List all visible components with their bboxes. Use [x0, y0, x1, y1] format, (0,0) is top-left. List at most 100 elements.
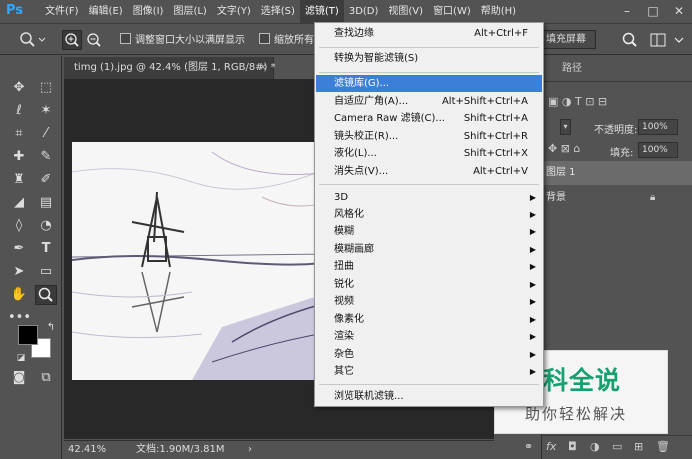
menu-item-video[interactable]: 视频 ▶	[316, 293, 542, 310]
menu-file[interactable]: 文件(F)	[40, 0, 84, 24]
zoom-all-checkbox[interactable]	[259, 33, 270, 44]
menu-separator	[319, 184, 539, 185]
menu-layer[interactable]: 图层(L)	[168, 0, 211, 24]
menu-item-other[interactable]: 其它 ▶	[316, 363, 542, 380]
resize-windows-checkbox[interactable]	[120, 33, 131, 44]
workspace-icon[interactable]	[648, 30, 668, 50]
gradient-tool-icon[interactable]: ▤	[35, 193, 57, 213]
menu-item-lens-correction[interactable]: 镜头校正(R)... Shift+Ctrl+R	[316, 128, 542, 145]
move-tool-icon[interactable]: ✥	[8, 78, 30, 98]
submenu-arrow-icon: ▶	[529, 297, 536, 306]
lock-icon: 🔒︎	[650, 192, 656, 203]
close-window-button[interactable]: ✕	[666, 0, 692, 24]
adjustment-layer-icon[interactable]: ◑	[590, 440, 600, 453]
menu-help[interactable]: 帮助(H)	[476, 0, 521, 24]
lasso-tool-icon[interactable]: ℓ	[8, 101, 30, 121]
submenu-arrow-icon: ▶	[529, 227, 536, 236]
document-tab[interactable]: timg (1).jpg @ 42.4% (图层 1, RGB/8#) * ×	[64, 57, 276, 79]
rectangle-tool-icon[interactable]: ▭	[35, 262, 57, 282]
menu-separator	[319, 384, 539, 385]
opacity-field[interactable]: 100%	[638, 119, 678, 135]
menu-select[interactable]: 选择(S)	[256, 0, 300, 24]
layer-row-layer1[interactable]: 图层 1	[542, 161, 692, 185]
zoom-in-icon[interactable]	[62, 30, 82, 50]
foreground-color-swatch[interactable]	[18, 325, 38, 345]
zoom-level[interactable]: 42.41%	[68, 441, 106, 459]
menu-item-noise[interactable]: 杂色 ▶	[316, 346, 542, 363]
fill-screen-button[interactable]: 填充屏幕	[536, 30, 596, 49]
maximize-button[interactable]: □	[640, 0, 666, 24]
menu-view[interactable]: 视图(V)	[383, 0, 428, 24]
menu-item-sharpen[interactable]: 锐化 ▶	[316, 276, 542, 293]
opacity-label: 不透明度:	[594, 125, 638, 136]
path-selection-tool-icon[interactable]: ➤	[8, 262, 30, 282]
eyedropper-tool-icon[interactable]: ⁄	[35, 124, 57, 144]
menu-type[interactable]: 文字(Y)	[212, 0, 256, 24]
menubar: Ps 文件(F) 编辑(E) 图像(I) 图层(L) 文字(Y) 选择(S) 滤…	[0, 0, 692, 24]
layer-row-background[interactable]: 背景 🔒︎	[542, 186, 692, 210]
zoom-tool-preset-icon[interactable]	[18, 30, 50, 50]
marquee-tool-icon[interactable]: ⬚	[35, 78, 57, 98]
menu-item-camera-raw[interactable]: Camera Raw 滤镜(C)... Shift+Ctrl+A	[316, 110, 542, 127]
menu-item-find-edges[interactable]: 查找边缘 Alt+Ctrl+F	[316, 25, 542, 42]
menu-item-filter-gallery[interactable]: 滤镜库(G)...	[316, 75, 542, 92]
menu-item-blur-gallery[interactable]: 模糊画廊 ▶	[316, 241, 542, 258]
menu-separator	[319, 72, 539, 73]
zoom-tool-icon[interactable]	[35, 285, 57, 305]
menu-item-browse-online-filters[interactable]: 浏览联机滤镜...	[316, 388, 542, 405]
menu-item-render[interactable]: 渲染 ▶	[316, 328, 542, 345]
healing-brush-tool-icon[interactable]: ✚	[8, 147, 30, 167]
new-layer-icon[interactable]: ⊞	[634, 440, 643, 453]
magic-wand-tool-icon[interactable]: ✶	[35, 101, 57, 121]
layer-filter-icons[interactable]: ▣ ◑ T ⊡ ⊟	[548, 95, 607, 108]
clone-stamp-tool-icon[interactable]: ♜	[8, 170, 30, 190]
menu-item-liquify[interactable]: 液化(L)... Shift+Ctrl+X	[316, 145, 542, 162]
add-mask-icon[interactable]: ◘	[568, 440, 577, 453]
blend-mode-dropdown[interactable]: ▾	[560, 119, 571, 135]
delete-layer-icon[interactable]: 🗑︎	[656, 440, 670, 453]
lock-icons[interactable]: ✥ ⊠ ⌂	[548, 142, 580, 155]
menu-item-pixelate[interactable]: 像素化 ▶	[316, 311, 542, 328]
menu-item-distort[interactable]: 扭曲 ▶	[316, 258, 542, 275]
link-layers-icon[interactable]: ⚭	[524, 440, 533, 453]
submenu-arrow-icon: ▶	[529, 245, 536, 254]
fx-button[interactable]: fx	[546, 440, 556, 453]
menu-item-blur[interactable]: 模糊 ▶	[316, 223, 542, 240]
menu-item-stylize[interactable]: 风格化 ▶	[316, 206, 542, 223]
menu-item-3d[interactable]: 3D ▶	[316, 189, 542, 206]
submenu-arrow-icon: ▶	[529, 280, 536, 289]
hand-tool-icon[interactable]: ✋	[8, 285, 30, 305]
tab-paths[interactable]: 路径	[562, 57, 582, 81]
crop-tool-icon[interactable]: ⌗	[8, 124, 30, 144]
screen-mode-icon[interactable]: ⧉	[35, 368, 57, 388]
minimize-button[interactable]: –	[614, 0, 640, 24]
quick-mask-icon[interactable]: ◙	[8, 368, 30, 388]
pen-tool-icon[interactable]: ✒	[8, 239, 30, 259]
eraser-tool-icon[interactable]: ◢	[8, 193, 30, 213]
menu-3d[interactable]: 3D(D)	[344, 0, 384, 24]
swap-colors-icon[interactable]: ↰	[40, 318, 62, 338]
type-tool-icon[interactable]: T	[35, 239, 57, 259]
close-document-icon[interactable]: ×	[259, 57, 267, 79]
chevron-down-icon[interactable]	[672, 30, 686, 50]
zoom-out-icon[interactable]	[84, 30, 104, 50]
menu-item-adaptive-wide-angle[interactable]: 自适应广角(A)... Alt+Shift+Ctrl+A	[316, 93, 542, 110]
blur-tool-icon[interactable]: ◊	[8, 216, 30, 236]
menu-edit[interactable]: 编辑(E)	[84, 0, 128, 24]
search-icon[interactable]	[620, 30, 640, 50]
menu-image[interactable]: 图像(I)	[128, 0, 169, 24]
menu-item-vanishing-point[interactable]: 消失点(V)... Alt+Ctrl+V	[316, 163, 542, 180]
history-brush-tool-icon[interactable]: ✐	[35, 170, 57, 190]
menu-window[interactable]: 窗口(W)	[428, 0, 476, 24]
menu-items: 文件(F) 编辑(E) 图像(I) 图层(L) 文字(Y) 选择(S) 滤镜(T…	[40, 0, 521, 24]
menu-item-convert-smart-filter[interactable]: 转换为智能滤镜(S)	[316, 50, 542, 67]
new-group-icon[interactable]: ▭	[612, 440, 622, 453]
brush-tool-icon[interactable]: ✎	[35, 147, 57, 167]
fill-field[interactable]: 100%	[638, 142, 678, 158]
status-menu-arrow-icon[interactable]: ›	[248, 441, 252, 459]
windmill-sketch-image[interactable]	[72, 142, 330, 380]
dodge-tool-icon[interactable]: ◔	[35, 216, 57, 236]
toolbox: ✥ ⬚ ℓ ✶ ⌗ ⁄ ✚ ✎ ♜ ✐ ◢ ▤ ◊ ◔ ✒ T ➤ ▭ ✋ ••…	[0, 56, 62, 459]
default-colors-icon[interactable]: ◪	[10, 348, 32, 368]
menu-filter[interactable]: 滤镜(T)	[299, 0, 344, 24]
